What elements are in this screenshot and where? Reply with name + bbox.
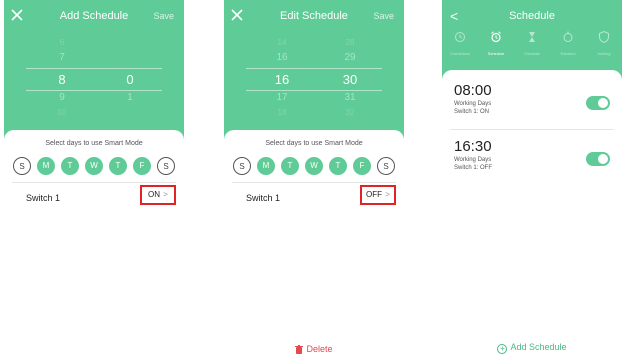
delete-button[interactable]: Delete: [224, 344, 404, 354]
tab-countdown[interactable]: Countdown: [442, 30, 478, 56]
switch-label: Switch 1: [26, 193, 61, 203]
time-picker[interactable]: 14 28 16 29 16 30 17 31 18 32: [224, 36, 404, 132]
save-button[interactable]: Save: [153, 11, 174, 21]
switch-value: OFF: [366, 190, 383, 199]
day-friday[interactable]: F: [353, 157, 371, 175]
tab-circulate[interactable]: Circulate: [514, 30, 550, 56]
day-sunday[interactable]: S: [13, 157, 31, 175]
hour-option[interactable]: 7: [32, 52, 92, 63]
minute-selected[interactable]: 30: [320, 72, 380, 87]
schedule-toggle[interactable]: [586, 152, 610, 166]
tab-schedule[interactable]: Schedule: [478, 30, 514, 56]
day-monday[interactable]: M: [257, 157, 275, 175]
day-saturday[interactable]: S: [157, 157, 175, 175]
hour-selected[interactable]: 8: [32, 72, 92, 87]
tab-random[interactable]: Random: [550, 30, 586, 56]
divider: [450, 129, 614, 130]
hour-option[interactable]: 16: [252, 52, 312, 63]
picker-divider: [246, 68, 382, 69]
minute-option[interactable]: 28: [320, 38, 380, 47]
clock-icon: [455, 32, 465, 42]
day-wednesday[interactable]: W: [85, 157, 103, 175]
day-friday[interactable]: F: [133, 157, 151, 175]
settings-sheet: Select days to use Smart Mode S M T W T …: [4, 130, 184, 360]
day-selector: S M T W T F S: [9, 157, 181, 177]
tab-label: Countdown: [449, 51, 471, 56]
picker-divider: [246, 90, 382, 91]
day-wednesday[interactable]: W: [305, 157, 323, 175]
schedule-list: 08:00 Working Days Switch 1: ON 16:30 Wo…: [442, 70, 622, 360]
mode-tabs: Countdown Schedule Circulate Random Inch…: [442, 30, 622, 60]
schedule-toggle[interactable]: [586, 96, 610, 110]
add-schedule-button[interactable]: + Add Schedule: [442, 342, 622, 354]
chevron-right-icon: >: [163, 190, 168, 199]
day-saturday[interactable]: S: [377, 157, 395, 175]
hour-option[interactable]: 6: [32, 38, 92, 47]
minute-selected[interactable]: 0: [100, 72, 160, 87]
top-bar: Edit Schedule Save: [224, 0, 404, 36]
day-monday[interactable]: M: [37, 157, 55, 175]
schedule-list-screen: < Schedule Countdown Schedule Circulate …: [442, 0, 622, 360]
switch-label: Switch 1: [246, 193, 281, 203]
days-prompt: Select days to use Smart Mode: [45, 140, 143, 147]
days-prompt: Select days to use Smart Mode: [265, 140, 363, 147]
tab-inching[interactable]: Inching: [586, 30, 622, 56]
chevron-right-icon: >: [385, 190, 390, 199]
top-bar: Add Schedule Save: [4, 0, 184, 36]
switch-value: ON: [148, 190, 161, 199]
add-schedule-screen: Add Schedule Save 6 7 80 91 10 Select da…: [4, 0, 184, 360]
switch-value-selector[interactable]: ON >: [140, 185, 176, 205]
tab-label: Circulate: [524, 51, 540, 56]
tab-label: Inching: [597, 51, 611, 56]
settings-sheet: Select days to use Smart Mode S M T W T …: [224, 130, 404, 360]
day-sunday[interactable]: S: [233, 157, 251, 175]
minute-option[interactable]: 1: [100, 92, 160, 103]
add-schedule-label: Add Schedule: [510, 342, 567, 352]
page-title: Schedule: [509, 10, 555, 22]
day-tuesday[interactable]: T: [61, 157, 79, 175]
day-thursday[interactable]: T: [329, 157, 347, 175]
minute-option[interactable]: 32: [320, 108, 380, 117]
plus-icon: +: [497, 344, 508, 354]
day-tuesday[interactable]: T: [281, 157, 299, 175]
delete-label: Delete: [306, 344, 333, 354]
hour-option[interactable]: 14: [252, 38, 312, 47]
picker-divider: [26, 90, 162, 91]
hourglass-icon: [529, 32, 535, 42]
divider: [232, 182, 396, 183]
picker-divider: [26, 68, 162, 69]
trash-icon: [295, 345, 304, 354]
hour-option[interactable]: 10: [32, 108, 92, 117]
edit-schedule-screen: Edit Schedule Save 14 28 16 29 16 30 17 31 1…: [224, 0, 404, 360]
hour-selected[interactable]: 16: [252, 72, 312, 87]
minute-option[interactable]: 29: [320, 52, 380, 63]
alarm-icon: [491, 31, 501, 43]
tab-label: Random: [560, 51, 576, 56]
tab-label: Schedule: [487, 51, 505, 56]
switch-value-selector[interactable]: OFF >: [360, 185, 396, 205]
hour-option[interactable]: 18: [252, 108, 312, 117]
day-selector: S M T W T F S: [229, 157, 401, 177]
divider: [12, 182, 176, 183]
save-button[interactable]: Save: [373, 11, 394, 21]
hour-option[interactable]: 9: [32, 92, 92, 103]
time-picker[interactable]: 6 7 80 91 10: [4, 36, 184, 132]
minute-option[interactable]: 31: [320, 92, 380, 103]
shield-icon: [599, 30, 609, 44]
day-thursday[interactable]: T: [109, 157, 127, 175]
hour-option[interactable]: 17: [252, 92, 312, 103]
random-icon: [563, 31, 573, 42]
